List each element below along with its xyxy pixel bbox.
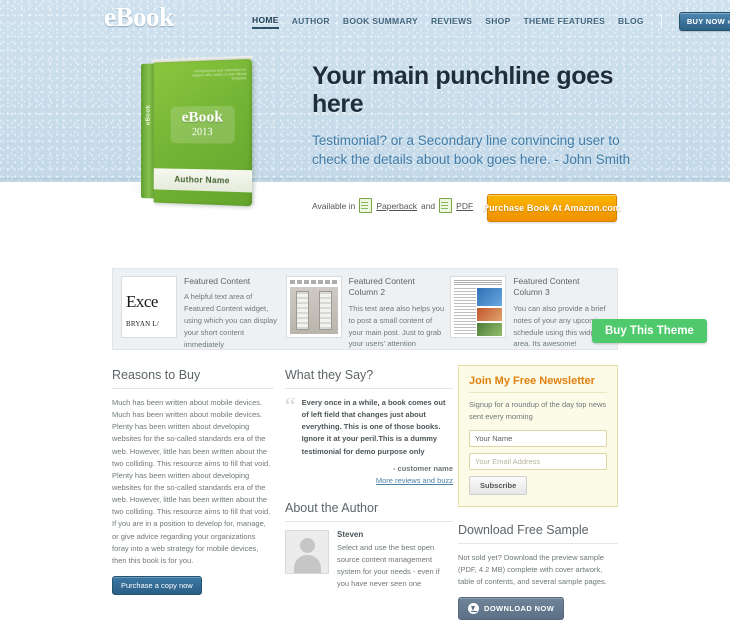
author-name: Steven [337,530,453,539]
available-conjunction-label: and [421,201,435,211]
hero-copy: Your main punchline goes here Testimonia… [312,62,642,169]
book-cover-author-band: Author Name [154,168,252,192]
featured-text-2: This text area also helps you to post a … [349,303,445,350]
more-reviews-link[interactable]: More reviews and buzz [285,476,453,485]
reasons-to-buy-title: Reasons to Buy [112,368,274,389]
available-formats-row: Available in Paperback and PDF [312,198,473,213]
nav-item-shop[interactable]: SHOP [485,16,510,28]
nav-item-blog[interactable]: BLOG [618,16,644,28]
nav-item-author[interactable]: AUTHOR [292,16,330,28]
buy-now-button[interactable]: BUY NOW » [679,12,730,31]
buy-this-theme-button[interactable]: Buy This Theme [592,319,707,343]
download-sample-title: Download Free Sample [458,523,618,544]
featured-title-2: Featured Content Column 2 [349,276,445,299]
book-spine: eBook [141,64,155,199]
download-sample-section: Download Free Sample Not sold yet? Downl… [458,523,618,620]
featured-column-2: Featured Content Column 2 This text area… [286,276,445,342]
quote-mark-icon: “ [285,397,296,458]
download-icon [468,603,479,614]
newsletter-email-input[interactable] [469,453,607,470]
reasons-to-buy-section: Reasons to Buy Much has been written abo… [112,368,274,595]
featured-thumbnail-3[interactable] [450,276,506,338]
paperback-icon [359,198,372,213]
book-cover-tagline: multipurpose and refreshed for anyone wh… [192,68,247,82]
nav-item-theme-features[interactable]: THEME FEATURES [524,16,606,28]
site-header: eBook HOME AUTHOR BOOK SUMMARY REVIEWS S… [0,0,730,38]
available-prefix-label: Available in [312,201,355,211]
book-cover-image: eBook multipurpose and refreshed for any… [118,55,298,255]
featured-content-strip: Exce BRYAN L/ Featured Content A helpful … [112,268,618,350]
newsletter-signup-box: Join My Free Newsletter Signup for a rou… [458,365,618,507]
download-now-button[interactable]: DOWNLOAD NOW [458,597,564,620]
purchase-amazon-button[interactable]: Purchase Book At Amazon.com [487,194,617,222]
nav-item-home[interactable]: HOME [252,15,279,29]
nav-item-book-summary[interactable]: BOOK SUMMARY [343,16,418,28]
book-cover-badge: eBook 2013 [171,106,235,144]
about-the-author-title: About the Author [285,501,453,522]
author-bio: Select and use the best open source cont… [337,542,453,591]
nav-divider [661,14,662,29]
about-the-author-section: About the Author Steven Select and use t… [285,501,453,591]
pdf-link[interactable]: PDF [456,201,473,211]
author-avatar [285,530,329,574]
book-cover-year: 2013 [192,125,213,140]
featured-text-1: A helpful text area of Featured Content … [184,291,280,350]
testimonials-title: What they Say? [285,368,453,389]
pdf-icon [439,198,452,213]
featured-title-1: Featured Content [184,276,280,287]
download-now-label: DOWNLOAD NOW [484,604,554,613]
newsletter-name-input[interactable] [469,430,607,447]
hero-subheadline: Testimonial? or a Secondary line convinc… [312,131,642,169]
newsletter-description: Signup for a roundup of the day top news… [469,399,607,423]
nav-item-reviews[interactable]: REVIEWS [431,16,472,28]
book-cover-author: Author Name [174,175,229,186]
featured-column-1: Exce BRYAN L/ Featured Content A helpful … [121,276,280,342]
testimonial-quote: Every once in a while, a book comes out … [302,397,453,458]
download-sample-description: Not sold yet? Download the preview sampl… [458,552,618,588]
featured-thumbnail-2[interactable] [286,276,342,338]
subscribe-button[interactable]: Subscribe [469,476,527,495]
testimonial-attribution: - customer name [285,464,453,473]
hero-headline: Your main punchline goes here [312,62,642,118]
featured-thumbnail-1[interactable]: Exce BRYAN L/ [121,276,177,338]
book-spine-text: eBook [146,93,152,137]
testimonials-section: What they Say? “ Every once in a while, … [285,368,453,590]
purchase-copy-button[interactable]: Purchase a copy now [112,576,202,595]
featured-title-3: Featured Content Column 3 [513,276,609,299]
reasons-to-buy-text: Much has been written about mobile devic… [112,397,274,567]
book-cover-title: eBook [182,110,223,126]
newsletter-title: Join My Free Newsletter [469,375,607,393]
site-logo[interactable]: eBook [104,2,174,33]
featured-column-3: Featured Content Column 3 You can also p… [450,276,609,342]
sidebar: Join My Free Newsletter Signup for a rou… [458,365,618,620]
main-navigation: HOME AUTHOR BOOK SUMMARY REVIEWS SHOP TH… [252,12,730,31]
book-front-cover: multipurpose and refreshed for anyone wh… [154,59,252,206]
paperback-link[interactable]: Paperback [376,201,417,211]
